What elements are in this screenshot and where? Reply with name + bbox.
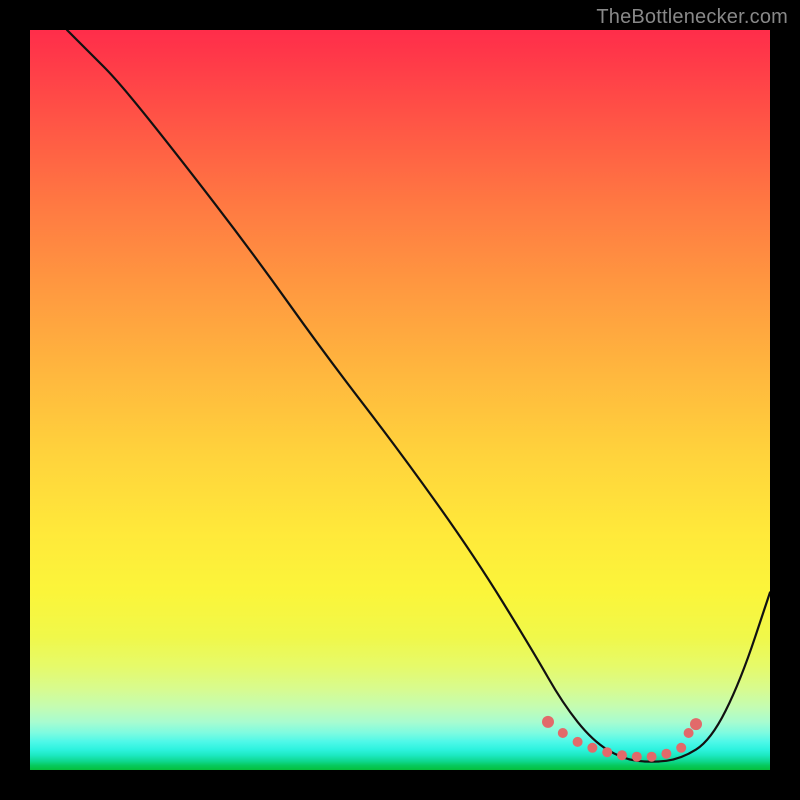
chart-plot-area xyxy=(30,30,770,770)
chart-svg xyxy=(30,30,770,770)
chart-marker xyxy=(617,750,627,760)
attribution-label: TheBottlenecker.com xyxy=(596,6,788,29)
chart-marker xyxy=(558,728,568,738)
chart-marker xyxy=(573,737,583,747)
chart-marker xyxy=(647,752,657,762)
chart-marker xyxy=(632,752,642,762)
chart-marker xyxy=(676,743,686,753)
chart-curve xyxy=(67,30,770,762)
chart-marker xyxy=(690,718,702,730)
chart-marker-group xyxy=(542,716,702,762)
chart-marker xyxy=(661,749,671,759)
chart-marker xyxy=(542,716,554,728)
chart-marker xyxy=(587,743,597,753)
chart-marker xyxy=(684,728,694,738)
chart-marker xyxy=(602,747,612,757)
